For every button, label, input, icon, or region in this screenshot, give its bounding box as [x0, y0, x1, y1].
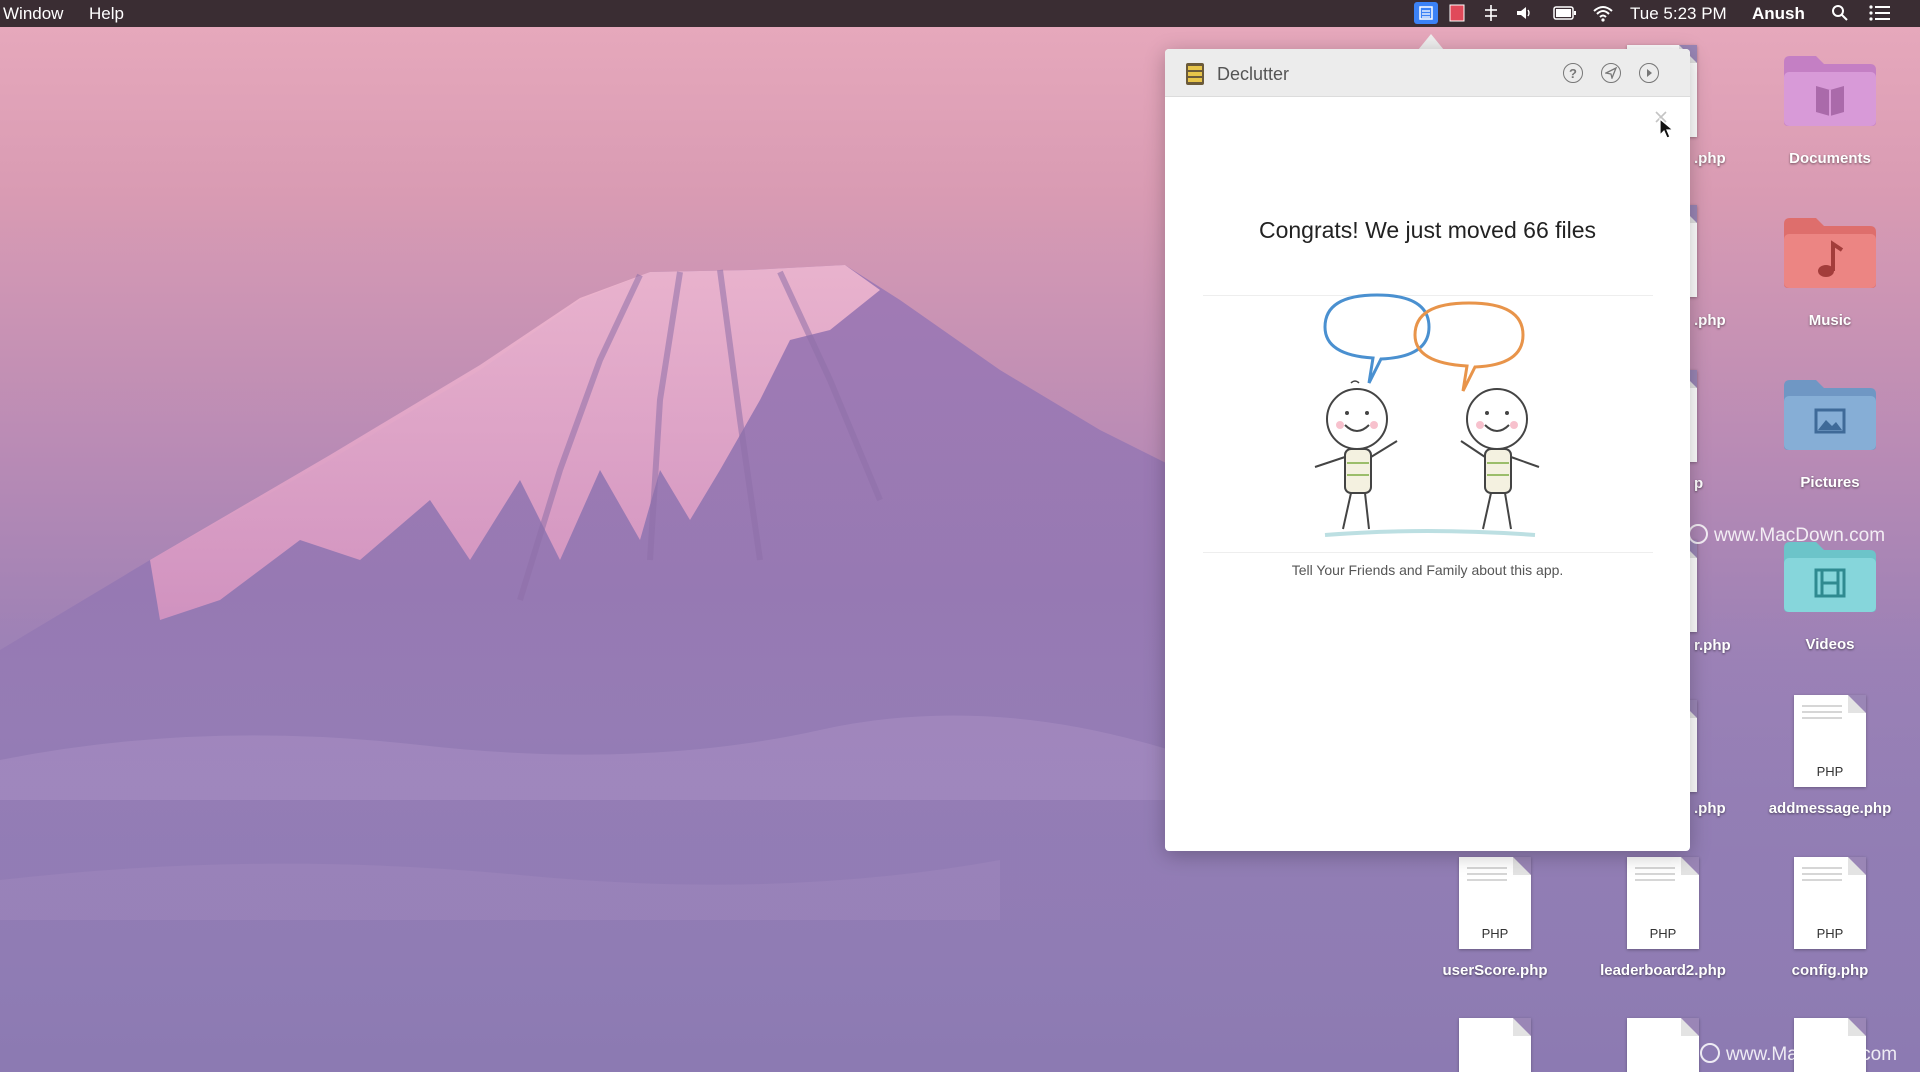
desktop-folder-label: Pictures	[1800, 474, 1860, 491]
declutter-menubar-icon[interactable]	[1414, 2, 1438, 24]
desktop-file-label-partial: .php	[1694, 800, 1726, 817]
desktop-file-label: leaderboard2.php	[1600, 962, 1726, 979]
desktop-file-label: addmessage.php	[1768, 800, 1892, 817]
question-mark-icon: ?	[1569, 65, 1577, 81]
notification-center-icon[interactable]	[1868, 2, 1892, 24]
network-icon[interactable]	[1480, 2, 1502, 24]
paper-plane-icon	[1605, 67, 1617, 79]
congrats-message: Congrats! We just moved 66 files	[1258, 217, 1597, 243]
popover-app-title: Declutter	[1217, 64, 1290, 84]
mouse-cursor-icon	[1659, 118, 1675, 139]
menubar-clock[interactable]: Tue 5:23 PM	[1630, 4, 1727, 24]
declutter-app-icon	[1186, 63, 1204, 85]
share-button[interactable]	[1601, 63, 1621, 83]
desktop-folder-videos[interactable]: Videos	[1755, 538, 1905, 658]
watermark-logo-icon	[1700, 1043, 1720, 1063]
desktop-file-userscore[interactable]: PHP userScore.php	[1420, 857, 1570, 979]
php-file-icon[interactable]	[1627, 1018, 1699, 1072]
menu-bar: Window Help Tue 5:23 PM Anush	[0, 0, 1920, 27]
desktop-folder-documents[interactable]: Documents	[1755, 52, 1905, 172]
desktop-file-label-partial: .php	[1694, 150, 1726, 167]
divider	[1203, 552, 1653, 553]
friends-illustration	[1314, 293, 1540, 537]
app-status-icon[interactable]	[1447, 2, 1467, 24]
watermark: www.MacDown.com	[1700, 1043, 1897, 1066]
book-icon	[1784, 56, 1876, 126]
php-file-icon: PHP	[1794, 695, 1866, 787]
desktop-file-config[interactable]: PHP config.php	[1755, 857, 1905, 979]
desktop-folder-label: Videos	[1805, 636, 1855, 653]
play-icon	[1647, 69, 1652, 77]
menu-help[interactable]: Help	[89, 4, 124, 24]
spotlight-search-icon[interactable]	[1830, 2, 1850, 24]
desktop-file-label-partial: r.php	[1694, 637, 1731, 654]
popover-caret	[1418, 34, 1444, 50]
battery-icon[interactable]	[1552, 2, 1578, 24]
menubar-user[interactable]: Anush	[1752, 4, 1805, 24]
volume-icon[interactable]	[1513, 2, 1535, 24]
declutter-popover: Declutter ? Congrats! We just moved 66 f…	[1165, 49, 1690, 851]
desktop-file-label-partial: p	[1694, 475, 1704, 492]
desktop-file-leaderboard2[interactable]: PHP leaderboard2.php	[1588, 857, 1738, 979]
desktop-file-label-partial: .php	[1694, 312, 1726, 329]
php-file-icon: PHP	[1459, 857, 1531, 949]
menu-window[interactable]: Window	[3, 4, 63, 24]
music-note-icon	[1784, 218, 1876, 288]
picture-icon	[1784, 380, 1876, 450]
popover-titlebar: Declutter ?	[1165, 49, 1690, 97]
film-icon	[1784, 542, 1876, 612]
next-button[interactable]	[1639, 63, 1659, 83]
desktop-folder-label: Music	[1808, 312, 1852, 329]
desktop-folder-label: Documents	[1789, 150, 1871, 167]
help-button[interactable]: ?	[1563, 63, 1583, 83]
share-prompt-text[interactable]: Tell Your Friends and Family about this …	[1165, 562, 1690, 578]
watermark-logo-icon	[1688, 524, 1708, 544]
desktop-folder-music[interactable]: Music	[1755, 214, 1905, 334]
desktop-file-addmessage[interactable]: PHP addmessage.php	[1755, 695, 1905, 817]
watermark: www.MacDown.com	[1688, 524, 1885, 547]
php-file-icon[interactable]	[1459, 1018, 1531, 1072]
desktop-folder-pictures[interactable]: Pictures	[1755, 376, 1905, 496]
desktop-file-label: config.php	[1791, 962, 1869, 979]
php-file-icon: PHP	[1627, 857, 1699, 949]
php-file-icon: PHP	[1794, 857, 1866, 949]
desktop-file-label: userScore.php	[1442, 962, 1548, 979]
wifi-icon[interactable]	[1590, 2, 1616, 24]
